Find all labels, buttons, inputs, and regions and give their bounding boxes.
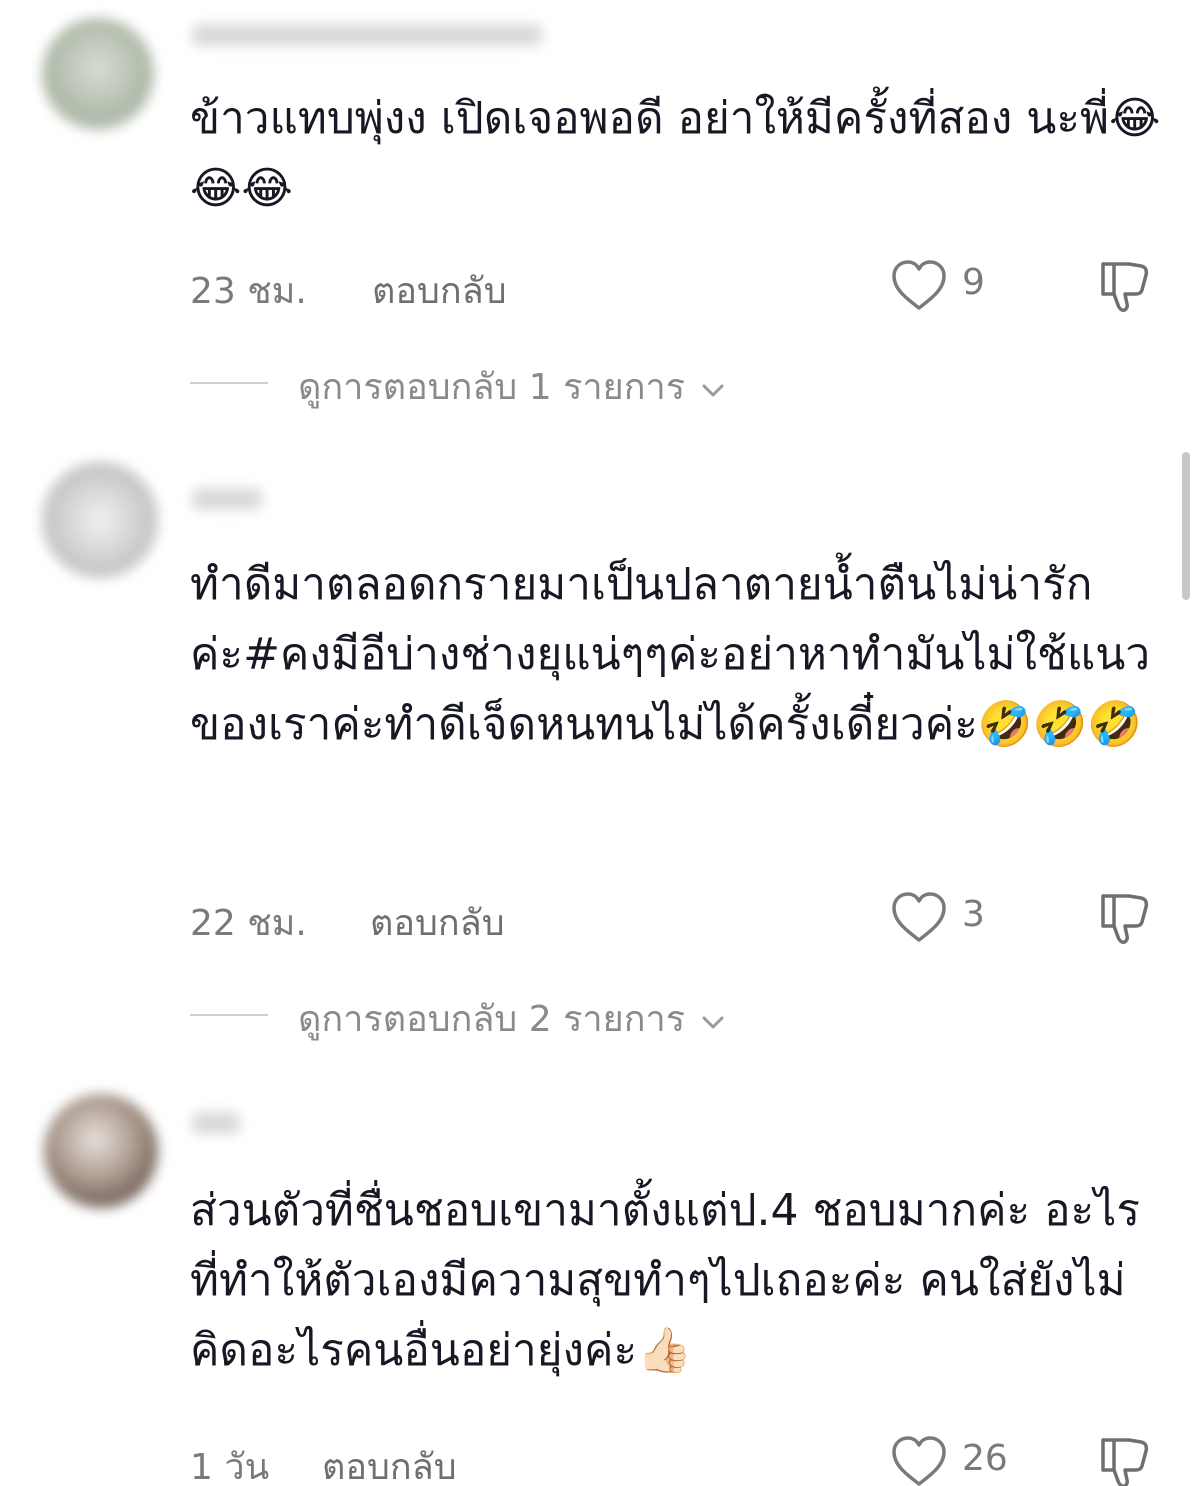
- scrollbar[interactable]: [1182, 452, 1190, 600]
- view-replies-button[interactable]: ดูการตอบกลับ 1 รายการ: [190, 358, 890, 408]
- view-replies-label: ดูการตอบกลับ 1 รายการ: [298, 358, 725, 415]
- heart-outline-icon: [892, 1436, 946, 1486]
- reply-button[interactable]: ตอบกลับ: [372, 262, 507, 319]
- comment-meta: 1 วัน ตอบกลับ 26: [190, 1436, 1160, 1486]
- avatar[interactable]: [42, 462, 158, 578]
- heart-outline-icon: [892, 892, 946, 942]
- like-count: 3: [962, 894, 985, 935]
- like-count: 26: [962, 1438, 1008, 1479]
- thumbs-down-outline-icon[interactable]: [1095, 256, 1153, 314]
- username-blurred[interactable]: [192, 1112, 240, 1134]
- comment-text: ส่วนตัวที่ชื่นชอบเขามาตั้งแต่ป.4 ชอบมากค…: [190, 1185, 1140, 1376]
- chevron-down-icon: [702, 384, 724, 397]
- view-replies-button[interactable]: ดูการตอบกลับ 2 รายการ: [190, 990, 890, 1040]
- thumbs-down-outline-icon[interactable]: [1095, 888, 1153, 946]
- reply-button[interactable]: ตอบกลับ: [370, 894, 505, 951]
- username-blurred[interactable]: [192, 488, 262, 510]
- view-replies-label: ดูการตอบกลับ 2 รายการ: [298, 990, 725, 1047]
- chevron-down-icon: [702, 1016, 724, 1029]
- avatar[interactable]: [42, 18, 154, 130]
- comment-meta: 22 ชม. ตอบกลับ 3: [190, 892, 1160, 944]
- like-count: 9: [962, 262, 985, 303]
- comment-timestamp: 23 ชม.: [190, 271, 307, 312]
- comment-timestamp: 22 ชม.: [190, 903, 307, 944]
- thumbs-down-outline-icon[interactable]: [1095, 1432, 1153, 1486]
- comment-timestamp: 1 วัน: [190, 1447, 270, 1486]
- comment-meta: 23 ชม. ตอบกลับ 9: [190, 260, 1160, 312]
- comments-screen: ข้าวแทบพุ่งง เปิดเจอพอดี อย่าให้มีครั้งท…: [0, 0, 1200, 1486]
- reply-button[interactable]: ตอบกลับ: [322, 1438, 457, 1486]
- divider-line: [190, 1014, 268, 1016]
- comment-text: ทำดีมาตลอดกรายมาเป็นปลาตายน้ำตืนไม่น่ารั…: [190, 559, 1151, 750]
- divider-line: [190, 382, 268, 384]
- avatar[interactable]: [44, 1094, 158, 1208]
- comment-text: ข้าวแทบพุ่งง เปิดเจอพอดี อย่าให้มีครั้งท…: [190, 93, 1161, 214]
- heart-outline-icon: [892, 260, 946, 310]
- username-blurred[interactable]: [192, 24, 542, 46]
